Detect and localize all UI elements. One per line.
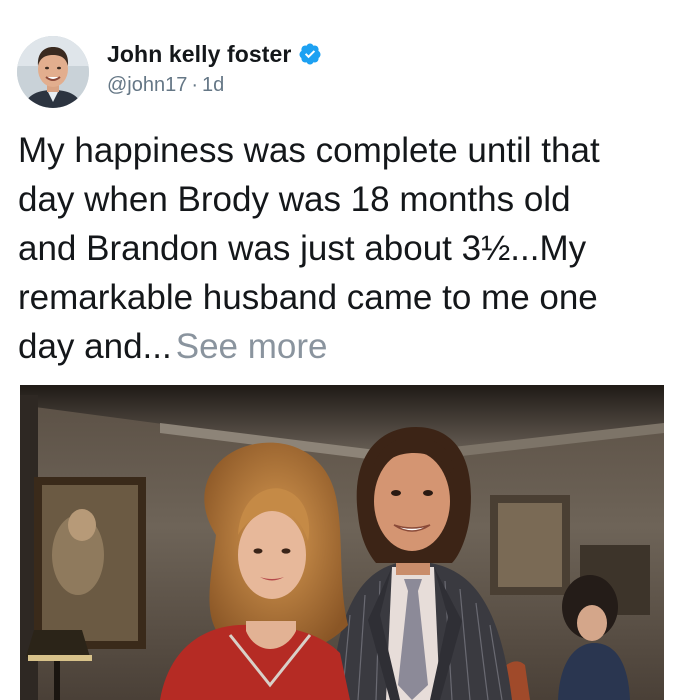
see-more-link[interactable]: See more xyxy=(176,327,328,366)
tweet-text-line: remarkable husband came to me one xyxy=(18,278,598,317)
tweet-card: John kelly foster @john17 · 1d My happines… xyxy=(0,0,700,700)
tweet-text-line: My happiness was complete until that xyxy=(18,131,600,170)
author-avatar[interactable] xyxy=(17,36,89,108)
meta-separator: · xyxy=(191,74,199,96)
tweet-text: My happiness was complete until that day… xyxy=(18,126,688,371)
tweet-photo[interactable] xyxy=(20,385,664,700)
photo-image-icon xyxy=(20,385,664,700)
tweet-timestamp[interactable]: 1d xyxy=(202,74,224,96)
tweet-header: John kelly foster @john17 · 1d xyxy=(17,36,322,110)
verified-badge-icon xyxy=(298,42,322,66)
avatar-photo-icon xyxy=(17,36,89,108)
author-name-row: John kelly foster xyxy=(107,39,322,69)
tweet-text-line: day and... xyxy=(18,327,172,366)
author-info: John kelly foster @john17 · 1d xyxy=(107,39,322,97)
author-meta: @john17 · 1d xyxy=(107,74,322,97)
author-display-name[interactable]: John kelly foster xyxy=(107,41,291,68)
tweet-text-last-line: day and... See more xyxy=(18,322,688,371)
tweet-text-line: day when Brody was 18 months old xyxy=(18,180,571,219)
tweet-text-line: and Brandon was just about 3½...My xyxy=(18,229,587,268)
author-handle[interactable]: @john17 xyxy=(107,74,187,96)
